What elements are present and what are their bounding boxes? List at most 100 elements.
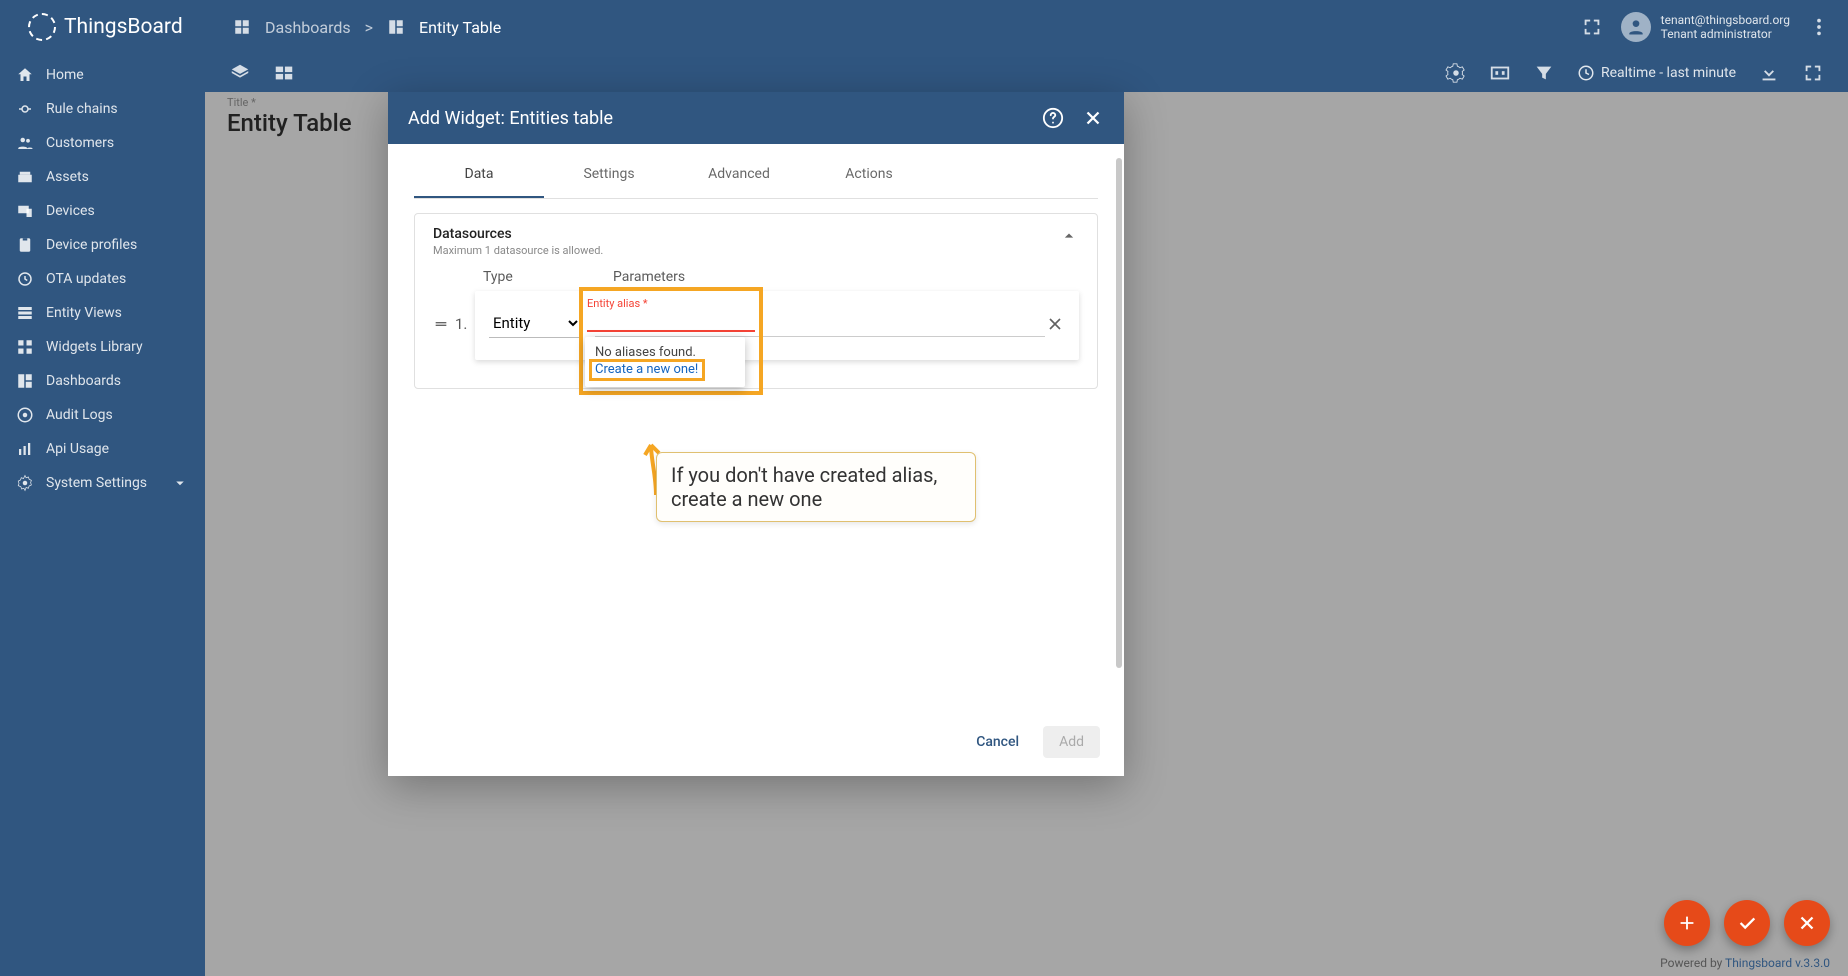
close-icon[interactable] — [1082, 107, 1104, 129]
footer: Powered by Thingsboard v.3.3.0 — [1660, 956, 1830, 970]
sidebar-item-label: Rule chains — [46, 101, 118, 117]
remove-row-icon[interactable] — [1045, 314, 1065, 334]
fullscreen-icon[interactable] — [1581, 16, 1603, 38]
no-aliases-text: No aliases found. — [595, 345, 735, 360]
fab-add[interactable] — [1664, 900, 1710, 946]
datasources-panel: Datasources Maximum 1 datasource is allo… — [414, 213, 1098, 389]
footer-pre: Powered by — [1660, 956, 1725, 970]
sidebar-item-label: Api Usage — [46, 441, 109, 457]
dash-icon — [16, 372, 34, 390]
user-menu[interactable]: tenant@thingsboard.org Tenant administra… — [1621, 12, 1790, 42]
audit-icon — [16, 406, 34, 424]
sidebar-item-assets[interactable]: Assets — [0, 160, 205, 194]
fab-apply[interactable] — [1724, 900, 1770, 946]
grid-icon[interactable] — [273, 62, 295, 84]
sidebar-item-home[interactable]: Home — [0, 58, 205, 92]
avatar — [1621, 12, 1651, 42]
callout-tooltip: If you don't have created alias, create … — [656, 452, 976, 522]
customers-icon — [16, 134, 34, 152]
sidebar-item-settings[interactable]: System Settings — [0, 466, 205, 500]
dashboards-icon — [233, 18, 251, 36]
tab-actions[interactable]: Actions — [804, 152, 934, 198]
type-select[interactable]: Entity — [489, 309, 581, 338]
download-icon[interactable] — [1758, 62, 1780, 84]
add-widget-modal: Add Widget: Entities table Data Settings… — [388, 92, 1124, 776]
aliases-icon[interactable] — [1489, 62, 1511, 84]
widgets-icon — [16, 338, 34, 356]
layers-icon[interactable] — [229, 62, 251, 84]
user-email: tenant@thingsboard.org — [1661, 13, 1790, 27]
col-parameters: Parameters — [613, 269, 685, 285]
sidebar-item-widgets[interactable]: Widgets Library — [0, 330, 205, 364]
col-type: Type — [483, 269, 613, 285]
more-icon[interactable] — [1808, 16, 1830, 38]
sidebar-item-label: Device profiles — [46, 237, 137, 253]
footer-link[interactable]: Thingsboard v.3.3.0 — [1725, 956, 1830, 970]
alias-dropdown: No aliases found. Create a new one! — [585, 337, 745, 387]
modal-header: Add Widget: Entities table — [388, 92, 1124, 144]
sidebar-item-customers[interactable]: Customers — [0, 126, 205, 160]
sidebar-item-dashboards[interactable]: Dashboards — [0, 364, 205, 398]
breadcrumb-current: Entity Table — [419, 18, 501, 37]
sidebar-item-rule-chains[interactable]: Rule chains — [0, 92, 205, 126]
gear-icon[interactable] — [1445, 62, 1467, 84]
modal-title: Add Widget: Entities table — [408, 108, 613, 129]
home-icon — [16, 66, 34, 84]
chevron-down-icon — [171, 474, 189, 492]
fab-group — [1664, 900, 1830, 946]
sidebar-item-devices[interactable]: Devices — [0, 194, 205, 228]
panel-subtitle: Maximum 1 datasource is allowed. — [433, 244, 603, 257]
api-icon — [16, 440, 34, 458]
create-alias-link[interactable]: Create a new one! — [595, 362, 698, 377]
sidebar: Home Rule chains Customers Assets Device… — [0, 54, 205, 976]
add-button[interactable]: Add — [1043, 726, 1100, 758]
tab-advanced[interactable]: Advanced — [674, 152, 804, 198]
sidebar-item-label: Dashboards — [46, 373, 121, 389]
sidebar-item-label: Customers — [46, 135, 114, 151]
sidebar-item-label: OTA updates — [46, 271, 126, 287]
help-icon[interactable] — [1042, 107, 1064, 129]
modal-actions: Cancel Add — [388, 712, 1124, 776]
breadcrumb: Dashboards > Entity Table — [233, 18, 501, 37]
app-name: ThingsBoard — [64, 15, 183, 39]
tab-settings[interactable]: Settings — [544, 152, 674, 198]
sidebar-item-label: Home — [46, 67, 84, 83]
modal-tabs: Data Settings Advanced Actions — [414, 152, 1098, 199]
panel-title: Datasources — [433, 226, 603, 242]
datasource-row: 1. Entity — [475, 291, 1079, 360]
expand-icon[interactable] — [1802, 62, 1824, 84]
sidebar-item-label: Assets — [46, 169, 89, 185]
entity-alias-input[interactable] — [587, 311, 755, 332]
sidebar-item-label: Audit Logs — [46, 407, 113, 423]
sidebar-item-ota[interactable]: OTA updates — [0, 262, 205, 296]
timewindow-label: Realtime - last minute — [1601, 65, 1736, 81]
top-header: ThingsBoard Dashboards > Entity Table te… — [0, 0, 1848, 54]
fab-cancel[interactable] — [1784, 900, 1830, 946]
cancel-button[interactable]: Cancel — [966, 726, 1029, 758]
timewindow-button[interactable]: Realtime - last minute — [1577, 64, 1736, 82]
views-icon — [16, 304, 34, 322]
tab-data[interactable]: Data — [414, 152, 544, 198]
profiles-icon — [16, 236, 34, 254]
sidebar-item-label: Entity Views — [46, 305, 122, 321]
dashboard-item-icon — [387, 18, 405, 36]
sidebar-item-audit[interactable]: Audit Logs — [0, 398, 205, 432]
dashboard-toolbar: Realtime - last minute — [205, 54, 1848, 92]
filter-icon[interactable] — [1533, 62, 1555, 84]
settings-icon — [16, 474, 34, 492]
logo[interactable]: ThingsBoard — [0, 13, 205, 41]
modal-body: Data Settings Advanced Actions Datasourc… — [388, 152, 1124, 712]
rules-icon — [16, 100, 34, 118]
sidebar-item-label: Devices — [46, 203, 95, 219]
drag-icon[interactable] — [433, 316, 449, 332]
clock-icon — [1577, 64, 1595, 82]
user-role: Tenant administrator — [1661, 27, 1790, 41]
chevron-up-icon[interactable] — [1059, 226, 1079, 246]
breadcrumb-dashboards[interactable]: Dashboards — [265, 18, 351, 37]
sidebar-item-device-profiles[interactable]: Device profiles — [0, 228, 205, 262]
modal-scrollbar[interactable] — [1116, 158, 1122, 668]
sidebar-item-entity-views[interactable]: Entity Views — [0, 296, 205, 330]
entity-alias-label: Entity alias * — [587, 297, 755, 310]
sidebar-item-label: Widgets Library — [46, 339, 143, 355]
sidebar-item-api[interactable]: Api Usage — [0, 432, 205, 466]
